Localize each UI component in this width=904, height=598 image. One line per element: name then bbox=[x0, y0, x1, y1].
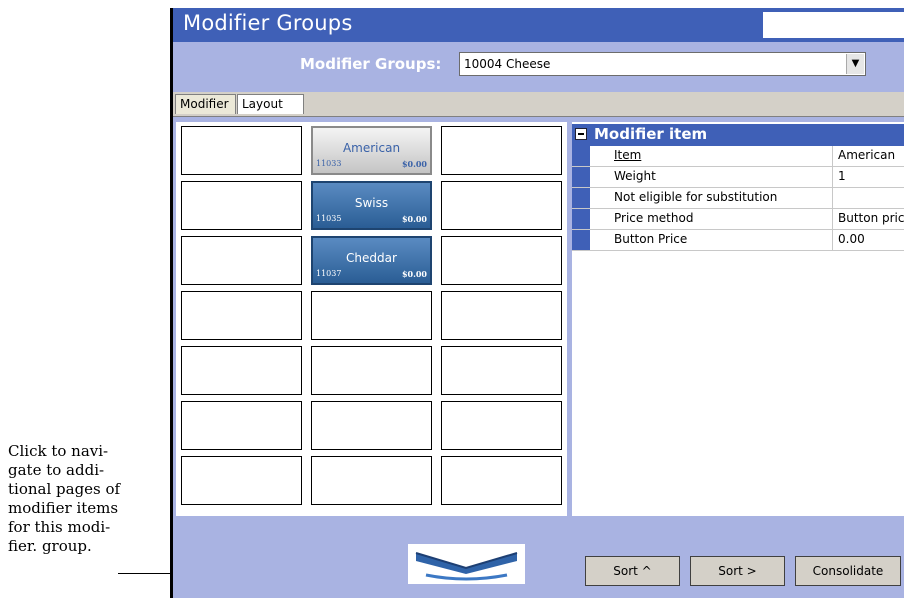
modifier-groups-window: Modifier Groups Modifier Groups: 10004 C… bbox=[170, 8, 904, 598]
property-row-weight[interactable]: Weight 1 bbox=[572, 167, 904, 188]
grid-cell[interactable] bbox=[441, 236, 562, 285]
callout-line-2: gate to addi- bbox=[8, 461, 105, 479]
title-bar-box bbox=[763, 12, 904, 38]
button-price: $0.00 bbox=[401, 214, 427, 224]
consolidate-button[interactable]: Consolidate bbox=[795, 556, 901, 586]
property-value[interactable]: American bbox=[835, 146, 904, 166]
grid-cell[interactable] bbox=[311, 401, 432, 450]
grid-cell[interactable] bbox=[441, 456, 562, 505]
modifier-button-cheddar[interactable]: Cheddar 11037 $0.00 bbox=[311, 236, 432, 285]
grid-cell[interactable] bbox=[181, 126, 302, 175]
grid-cell[interactable] bbox=[181, 181, 302, 230]
modifier-group-select-value: 10004 Cheese bbox=[464, 57, 551, 71]
button-price: $0.00 bbox=[401, 159, 427, 169]
tab-bar: Modifier Layout bbox=[173, 92, 904, 117]
property-row-button-price[interactable]: Button Price 0.00 bbox=[572, 230, 904, 251]
property-value[interactable]: 1 bbox=[835, 167, 904, 187]
grid-cell[interactable] bbox=[311, 291, 432, 340]
grid-cell[interactable] bbox=[181, 291, 302, 340]
property-grid: Modifier item Item American Weight 1 Not… bbox=[572, 122, 904, 517]
property-name: Button Price bbox=[590, 230, 833, 250]
chevron-graphic bbox=[415, 552, 518, 581]
callout-line-6: fier. group. bbox=[8, 537, 92, 555]
property-name: Weight bbox=[590, 167, 833, 187]
title-bar: Modifier Groups bbox=[173, 8, 904, 42]
grid-cell[interactable] bbox=[181, 401, 302, 450]
button-name: Swiss bbox=[354, 196, 389, 210]
button-name: American bbox=[342, 141, 401, 155]
tab-modifier[interactable]: Modifier bbox=[175, 94, 236, 114]
navigation-callout: Click to navi- gate to addi- tional page… bbox=[8, 442, 158, 556]
button-name: Cheddar bbox=[346, 251, 397, 265]
grid-cell[interactable] bbox=[441, 181, 562, 230]
triangle-down-icon[interactable]: ▼ bbox=[846, 54, 864, 74]
property-category-title: Modifier item bbox=[594, 125, 708, 143]
selector-bar: Modifier Groups: 10004 Cheese ▼ bbox=[173, 42, 904, 92]
grid-cell[interactable] bbox=[441, 126, 562, 175]
layout-content: American 11033 $0.00 Swiss 11035 $0.00 C… bbox=[173, 117, 904, 517]
grid-cell[interactable] bbox=[441, 291, 562, 340]
grid-cell[interactable] bbox=[181, 236, 302, 285]
modifier-groups-label: Modifier Groups: bbox=[300, 55, 442, 73]
chevron-down-icon[interactable] bbox=[408, 544, 525, 584]
callout-line-1: Click to navi- bbox=[8, 442, 109, 460]
property-gutter bbox=[572, 188, 590, 208]
property-row-not-eligible[interactable]: Not eligible for substitution bbox=[572, 188, 904, 209]
tab-layout[interactable]: Layout bbox=[237, 94, 304, 114]
sort-up-button[interactable]: Sort ^ bbox=[585, 556, 680, 586]
window-title: Modifier Groups bbox=[183, 11, 353, 35]
property-row-price-method[interactable]: Price method Button price bbox=[572, 209, 904, 230]
callout-line-3: tional pages of bbox=[8, 480, 121, 498]
modifier-button-swiss[interactable]: Swiss 11035 $0.00 bbox=[311, 181, 432, 230]
minus-box-icon[interactable] bbox=[575, 128, 587, 140]
grid-cell[interactable] bbox=[311, 456, 432, 505]
footer-bar: Sort ^ Sort > Consolidate bbox=[173, 516, 904, 598]
property-row-item[interactable]: Item American bbox=[572, 146, 904, 167]
property-gutter bbox=[572, 230, 590, 250]
property-name: Price method bbox=[590, 209, 833, 229]
property-value[interactable]: Button price bbox=[835, 209, 904, 229]
grid-cell[interactable] bbox=[311, 346, 432, 395]
property-name: Item bbox=[590, 146, 833, 166]
property-value[interactable] bbox=[835, 188, 904, 208]
property-name: Not eligible for substitution bbox=[590, 188, 833, 208]
button-code: 11037 bbox=[316, 269, 342, 278]
modifier-button-american[interactable]: American 11033 $0.00 bbox=[311, 126, 432, 175]
button-price: $0.00 bbox=[401, 269, 427, 279]
button-code: 11035 bbox=[316, 214, 342, 223]
property-gutter bbox=[572, 209, 590, 229]
grid-cell[interactable] bbox=[181, 456, 302, 505]
callout-line-5: for this modi- bbox=[8, 518, 111, 536]
callout-line-4: modifier items bbox=[8, 499, 119, 517]
property-gutter bbox=[572, 146, 590, 166]
grid-cell[interactable] bbox=[441, 346, 562, 395]
button-code: 11033 bbox=[316, 159, 342, 168]
grid-cell[interactable] bbox=[441, 401, 562, 450]
property-value[interactable]: 0.00 bbox=[835, 230, 904, 250]
property-category-header[interactable]: Modifier item bbox=[572, 124, 904, 146]
modifier-group-select[interactable]: 10004 Cheese ▼ bbox=[459, 52, 866, 76]
button-grid: American 11033 $0.00 Swiss 11035 $0.00 C… bbox=[176, 122, 567, 517]
property-rows: Item American Weight 1 Not eligible for … bbox=[572, 146, 904, 251]
sort-right-button[interactable]: Sort > bbox=[690, 556, 785, 586]
grid-cell[interactable] bbox=[181, 346, 302, 395]
property-gutter bbox=[572, 167, 590, 187]
